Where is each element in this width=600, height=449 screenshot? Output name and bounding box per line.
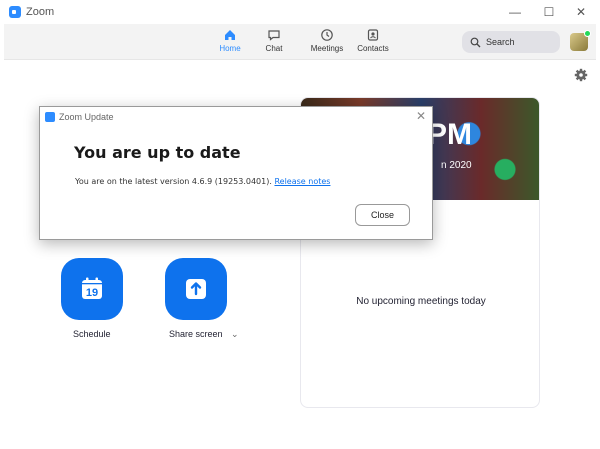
zoom-logo-icon	[45, 112, 55, 122]
main-toolbar: Home Chat Meetings Contacts Search	[4, 24, 596, 60]
title-bar: Zoom — ☐ ✕	[0, 0, 600, 24]
release-notes-link[interactable]: Release notes	[274, 177, 330, 186]
zoom-logo-icon	[9, 6, 21, 18]
banner-date: n 2020	[441, 160, 472, 171]
tab-chat-label: Chat	[265, 44, 283, 53]
search-icon	[470, 37, 481, 47]
version-text: You are on the latest version 4.6.9 (192…	[75, 177, 272, 186]
minimize-button[interactable]: —	[500, 2, 530, 22]
dialog-heading: You are up to date	[74, 143, 241, 162]
tab-home-label: Home	[219, 44, 241, 53]
dialog-title: Zoom Update	[59, 112, 114, 122]
share-screen-text: Share screen	[169, 329, 223, 339]
close-window-button[interactable]: ✕	[566, 2, 596, 22]
window-title: Zoom	[26, 6, 55, 18]
dialog-title-bar: Zoom Update ✕	[40, 107, 432, 127]
share-screen-label: Share screen ⌄	[169, 329, 239, 340]
clock-icon	[321, 29, 333, 41]
online-status-icon	[584, 30, 591, 37]
search-input[interactable]: Search	[462, 31, 560, 53]
banner-clock: PM	[427, 118, 472, 151]
calendar-icon: 19	[82, 277, 102, 299]
chevron-down-icon[interactable]: ⌄	[231, 329, 239, 339]
calendar-day: 19	[86, 287, 98, 299]
share-arrow-icon	[186, 279, 206, 299]
share-screen-button[interactable]	[165, 258, 227, 320]
zoom-update-dialog: Zoom Update ✕ You are up to date You are…	[39, 106, 433, 240]
dialog-close-icon[interactable]: ✕	[416, 109, 426, 123]
dialog-message: You are on the latest version 4.6.9 (192…	[75, 177, 330, 186]
tab-meetings[interactable]: Meetings	[301, 28, 353, 58]
schedule-label: Schedule	[73, 329, 111, 339]
close-button[interactable]: Close	[355, 204, 410, 226]
profile-avatar[interactable]	[570, 30, 591, 51]
search-placeholder: Search	[486, 37, 515, 47]
tab-contacts[interactable]: Contacts	[347, 28, 399, 58]
maximize-button[interactable]: ☐	[534, 2, 564, 22]
tab-contacts-label: Contacts	[357, 44, 389, 53]
home-icon	[225, 30, 235, 40]
chat-icon	[268, 30, 280, 41]
settings-gear-icon[interactable]	[574, 68, 588, 82]
tab-meetings-label: Meetings	[310, 44, 344, 53]
tab-chat[interactable]: Chat	[248, 28, 300, 58]
no-meetings-text: No upcoming meetings today	[356, 296, 486, 307]
contacts-icon	[367, 29, 379, 41]
schedule-button[interactable]: 19	[61, 258, 123, 320]
